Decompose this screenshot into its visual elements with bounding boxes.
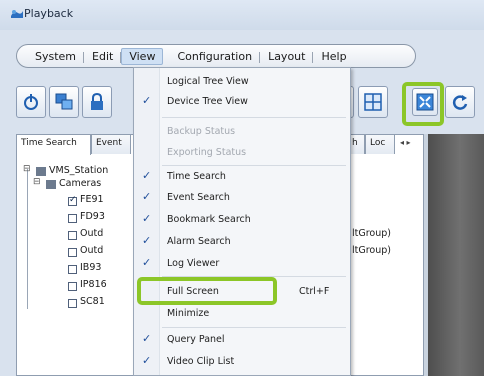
camera-checkbox[interactable] (68, 214, 77, 223)
camera-label[interactable]: FD93 (80, 211, 105, 222)
grid-layout-icon (364, 93, 382, 111)
title-bar: Playback (0, 0, 484, 30)
power-icon (24, 94, 38, 110)
menu-layout[interactable]: Layout (260, 50, 314, 63)
full-screen-highlight (137, 277, 277, 305)
menu-item-label: Logical Tree View (167, 76, 249, 87)
menu-item-label: Backup Status (167, 126, 236, 137)
lock-button[interactable] (82, 86, 112, 118)
checkmark-icon: ✓ (142, 190, 152, 203)
camera-checkbox[interactable] (68, 282, 77, 291)
menu-item-label: Query Panel (167, 334, 225, 345)
window-title: Playback (24, 7, 74, 20)
tree-root-label[interactable]: VMS_Station (49, 165, 108, 176)
camera-checkbox[interactable] (68, 195, 77, 206)
view-menu-dropdown: Logical Tree View ✓ Device Tree View Bac… (133, 67, 351, 376)
menu-item-label: Minimize (167, 308, 210, 319)
video-view[interactable] (424, 134, 484, 376)
menu-item-label: Exporting Status (167, 147, 247, 158)
playback-app-icon (11, 10, 23, 18)
tab-time-search[interactable]: Time Search (16, 134, 91, 155)
menu-system[interactable]: System (27, 50, 85, 63)
server-icon (36, 167, 46, 176)
menu-item-label: Time Search (167, 171, 226, 182)
menu-item-log-viewer[interactable]: ✓ Log Viewer (134, 254, 350, 274)
checkmark-icon: ✓ (142, 212, 152, 225)
camera-group-icon (46, 180, 56, 189)
cameras-expander[interactable]: ⊟ (33, 177, 41, 187)
camera-checkbox[interactable] (68, 231, 77, 240)
checkmark-icon: ✓ (142, 94, 152, 107)
menu-edit[interactable]: Edit (84, 50, 122, 63)
camera-group-suffix: ltGroup) (352, 245, 391, 256)
menu-item-alarm-search[interactable]: ✓ Alarm Search (134, 232, 350, 252)
fullscreen-button-highlight (402, 82, 444, 126)
checkmark-icon: ✓ (142, 169, 152, 182)
menu-item-label: Alarm Search (167, 236, 231, 247)
checkmark-icon: ✓ (142, 234, 152, 247)
root-expander[interactable]: ⊟ (23, 164, 31, 174)
menu-item-label: Bookmark Search (167, 214, 251, 225)
camera-checkbox[interactable] (68, 248, 77, 257)
menu-item-logical-tree-view[interactable]: Logical Tree View (134, 72, 350, 92)
menu-item-minimize[interactable]: Minimize (134, 304, 350, 324)
panel-splitter[interactable] (424, 134, 428, 376)
camera-label[interactable]: IB93 (80, 262, 101, 273)
windows-icon (55, 93, 73, 110)
menu-bar: System Edit View Configuration Layout He… (16, 44, 416, 68)
checkmark-icon: ✓ (142, 332, 152, 345)
camera-label[interactable]: Outd (80, 228, 103, 239)
menu-configuration[interactable]: Configuration (169, 50, 260, 63)
camera-label[interactable]: Outd (80, 245, 103, 256)
camera-group-suffix: ltGroup) (352, 228, 391, 239)
menu-item-video-clip-list[interactable]: ✓ Video Clip List (134, 352, 350, 372)
tab-event[interactable]: Event (91, 134, 131, 154)
menu-item-label: Video Clip List (167, 356, 235, 367)
refresh-icon (452, 95, 468, 110)
menu-item-label: Device Tree View (167, 96, 248, 107)
menu-help[interactable]: Help (313, 50, 354, 63)
menu-item-backup-status: Backup Status (134, 122, 350, 142)
power-button[interactable] (16, 86, 46, 118)
tab-log[interactable]: Loc (365, 134, 395, 154)
menu-item-event-search[interactable]: ✓ Event Search (134, 188, 350, 208)
camera-label[interactable]: FE91 (80, 194, 104, 205)
menu-item-label: Log Viewer (167, 258, 220, 269)
camera-checkbox[interactable] (68, 299, 77, 308)
camera-label[interactable]: SC81 (80, 296, 105, 307)
checkmark-icon: ✓ (142, 354, 152, 367)
grid-layout-button[interactable] (358, 86, 388, 118)
menu-item-device-tree-view[interactable]: ✓ Device Tree View (134, 92, 350, 112)
checkmark-icon: ✓ (142, 256, 152, 269)
menu-item-bookmark-search[interactable]: ✓ Bookmark Search (134, 210, 350, 230)
windows-button[interactable] (49, 86, 79, 118)
menu-item-query-panel[interactable]: ✓ Query Panel (134, 330, 350, 350)
menu-item-shortcut: Ctrl+F (299, 286, 330, 297)
refresh-button[interactable] (445, 86, 475, 118)
menu-item-label: Event Search (167, 192, 230, 203)
menu-item-exporting-status: Exporting Status (134, 143, 350, 163)
lock-icon (91, 92, 103, 110)
camera-checkbox[interactable] (68, 265, 77, 274)
menu-item-time-search[interactable]: ✓ Time Search (134, 167, 350, 187)
menu-view[interactable]: View (121, 47, 164, 65)
tree-cameras-label[interactable]: Cameras (59, 178, 101, 189)
camera-label[interactable]: IP816 (80, 279, 107, 290)
